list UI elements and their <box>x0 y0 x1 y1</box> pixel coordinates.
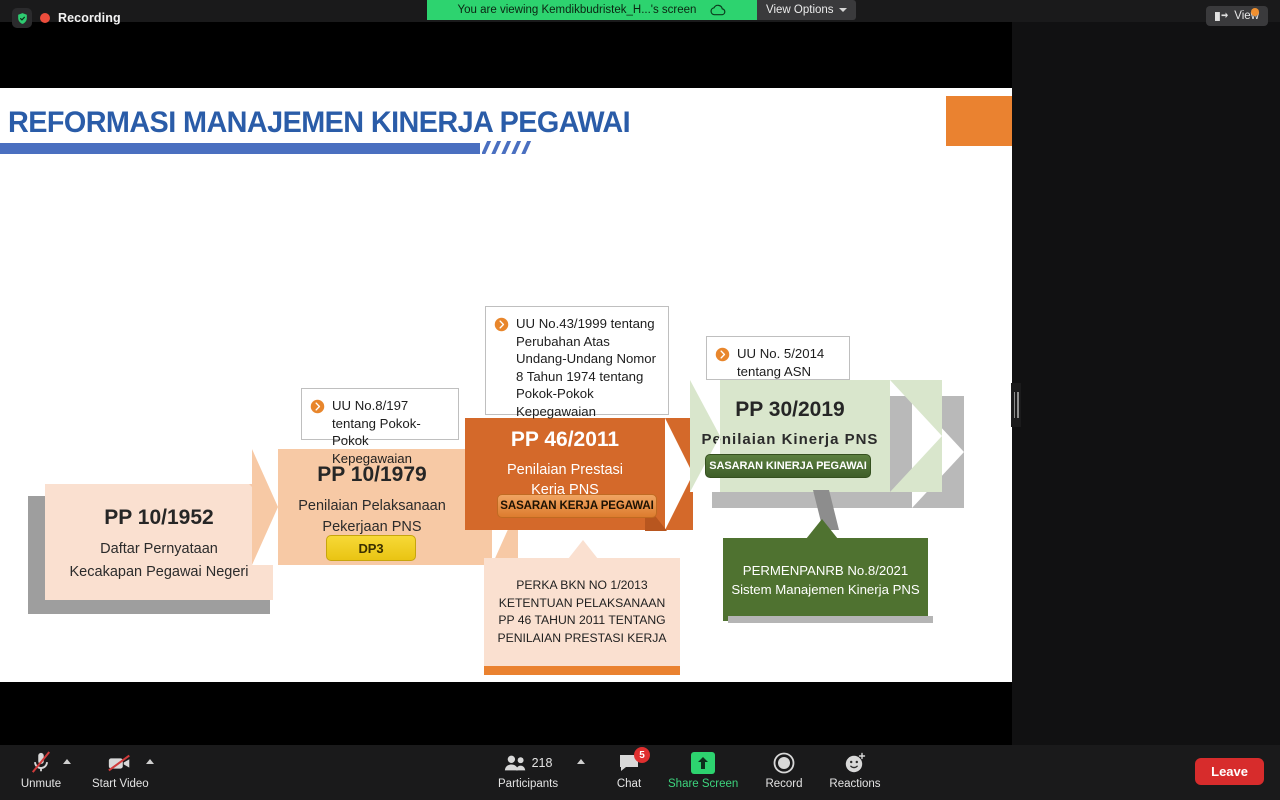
top-status-bar: Recording You are viewing Kemdikbudriste… <box>0 0 1280 28</box>
step-2-line1: Penilaian Pelaksanaan <box>298 498 446 514</box>
chevron-down-icon <box>838 8 847 12</box>
cloud-icon <box>710 4 726 16</box>
video-options-caret[interactable] <box>146 759 154 764</box>
share-arrow-up-icon <box>691 751 716 775</box>
reactions-button[interactable]: Reactions <box>828 751 882 790</box>
title-underline <box>0 143 480 154</box>
record-label: Record <box>765 778 803 790</box>
perka-pointer <box>568 540 598 559</box>
step-2-arrow-tail <box>252 449 278 565</box>
mute-label: Unmute <box>20 778 62 790</box>
start-video-label: Start Video <box>92 778 149 790</box>
shield-check-icon[interactable] <box>12 8 32 28</box>
perka-bottom-bar <box>484 666 680 675</box>
start-video-button[interactable]: Start Video <box>92 751 149 790</box>
recording-indicator-group: Recording <box>12 8 121 28</box>
chat-unread-badge: 5 <box>634 747 650 763</box>
perka-bkn-box: PERKA BKN NO 1/2013 KETENTUAN PELAKSANAA… <box>484 558 680 666</box>
step-1-code: PP 10/1952 <box>104 506 214 529</box>
timeline-step-1: PP 10/1952 Daftar Pernyataan Kecakapan P… <box>45 484 273 600</box>
presentation-slide: REFORMASI MANAJEMEN KINERJA PEGAWAI PP 1… <box>0 88 1012 682</box>
camera-off-icon <box>107 751 133 775</box>
step-3-arrow-tip <box>665 418 693 530</box>
page-title: REFORMASI MANAJEMEN KINERJA PEGAWAI <box>8 106 631 139</box>
callout-note-1-text: UU No.8/197 tentang Pokok-Pokok Kepegawa… <box>332 398 421 466</box>
orange-chevron-icon <box>715 347 730 362</box>
microphone-muted-icon <box>30 751 52 775</box>
callout-note-2: UU No.43/1999 tentang Perubahan Atas Und… <box>485 306 669 419</box>
view-options-label: View Options <box>766 4 834 16</box>
chat-bubble-icon: 5 <box>618 747 650 775</box>
participants-button[interactable]: 218 Participants <box>498 751 558 790</box>
callout-note-1: UU No.8/197 tentang Pokok-Pokok Kepegawa… <box>301 388 459 466</box>
viewing-screen-banner: You are viewing Kemdikbudristek_H...'s s… <box>427 0 757 20</box>
record-button[interactable]: Record <box>757 751 811 790</box>
callout-note-3-text: UU No. 5/2014 tentang ASN <box>737 346 825 379</box>
permen-shadow <box>728 616 933 623</box>
sasaran-kinerja-pegawai-pill: SASARAN KINERJA PEGAWAI <box>705 454 871 478</box>
video-side-panel: BIRO SUMBER DAYA MANUSIA MerdekaBelajar … <box>1012 22 1280 745</box>
view-layout-button[interactable]: View <box>1206 6 1268 26</box>
audio-options-caret[interactable] <box>63 759 71 764</box>
permenpanrb-text: PERMENPANRB No.8/2021 Sistem Manajemen K… <box>731 562 920 597</box>
step-1-line2: Kecakapan Pegawai Negeri <box>69 564 249 580</box>
sasaran-kerja-pegawai-pill: SASARAN KERJA PEGAWAI <box>497 494 657 518</box>
recording-dot-icon <box>40 13 50 23</box>
step-3-line1: Penilaian Prestasi <box>506 462 624 478</box>
meeting-toolbar: Unmute Start Video 218 Participants 5 Ch… <box>0 745 1280 800</box>
step-4-line1: Penilaian Kinerja PNS <box>701 431 879 448</box>
record-circle-icon <box>773 751 795 775</box>
chat-button[interactable]: 5 Chat <box>602 747 656 790</box>
participants-options-caret[interactable] <box>577 759 585 764</box>
chat-label: Chat <box>616 778 642 790</box>
permen-pointer <box>806 519 838 539</box>
people-icon: 218 <box>504 751 553 775</box>
participants-label: Participants <box>498 778 559 790</box>
orange-accent-block <box>946 96 1012 146</box>
dp3-pill: DP3 <box>326 535 416 561</box>
step-2-line2: Pekerjaan PNS <box>322 519 422 535</box>
callout-note-3: UU No. 5/2014 tentang ASN <box>706 336 850 380</box>
orange-chevron-icon <box>310 399 325 414</box>
participants-count: 218 <box>531 756 553 770</box>
share-screen-label: Share Screen <box>668 778 739 790</box>
mute-button[interactable]: Unmute <box>14 751 68 790</box>
perka-bkn-text: PERKA BKN NO 1/2013 KETENTUAN PELAKSANAA… <box>497 578 667 645</box>
shared-screen-stage[interactable]: REFORMASI MANAJEMEN KINERJA PEGAWAI PP 1… <box>0 22 1012 745</box>
callout-note-2-text: UU No.43/1999 tentang Perubahan Atas Und… <box>516 316 657 419</box>
zoom-meeting-window: Recording You are viewing Kemdikbudriste… <box>0 0 1280 800</box>
panel-drag-handle[interactable] <box>1011 383 1021 427</box>
step-3-code: PP 46/2011 <box>510 428 620 451</box>
view-options-button[interactable]: View Options <box>757 0 856 20</box>
leave-button[interactable]: Leave <box>1195 758 1264 785</box>
view-notification-dot <box>1251 8 1259 16</box>
smiley-plus-icon <box>844 751 866 775</box>
permenpanrb-box: PERMENPANRB No.8/2021 Sistem Manajemen K… <box>723 538 928 621</box>
reactions-label: Reactions <box>829 778 881 790</box>
recording-label: Recording <box>58 11 121 25</box>
layout-view-icon <box>1215 11 1229 21</box>
step-4-code: PP 30/2019 <box>735 398 845 421</box>
step-1-line1: Daftar Pernyataan <box>100 541 218 557</box>
share-screen-button[interactable]: Share Screen <box>668 751 738 790</box>
viewing-screen-text: You are viewing Kemdikbudristek_H...'s s… <box>457 4 697 16</box>
step-4-arrow-tip <box>890 380 942 492</box>
orange-chevron-icon <box>494 317 509 332</box>
title-stripes-decoration <box>482 141 534 154</box>
